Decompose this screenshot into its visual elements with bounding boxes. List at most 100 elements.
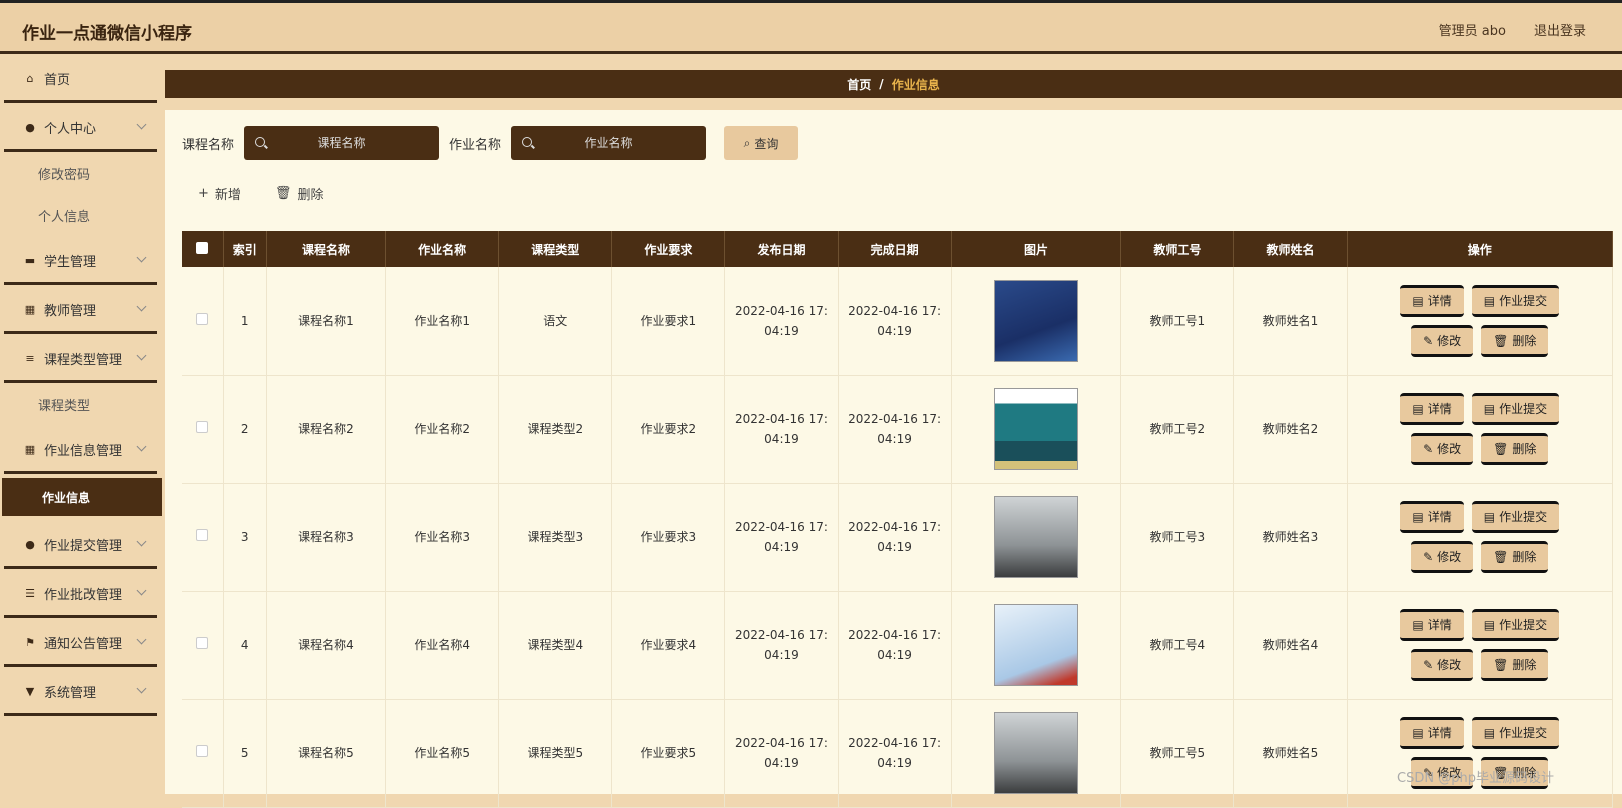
sidebar-item-notices[interactable]: ⚑ 通知公告管理: [0, 618, 165, 667]
sidebar-item-label: 通知公告管理: [44, 637, 123, 652]
sidebar-item-teachers[interactable]: ▦ 教师管理: [0, 285, 165, 334]
select-all-cell[interactable]: [182, 231, 224, 267]
row-select-cell[interactable]: [182, 699, 224, 808]
homework-image[interactable]: [993, 279, 1078, 362]
sidebar-item-home[interactable]: ⌂ 首页: [0, 54, 165, 103]
course-name-search[interactable]: [244, 126, 440, 160]
homework-image[interactable]: [993, 712, 1078, 794]
sidebar-item-submissions[interactable]: ● 作业提交管理: [0, 520, 165, 569]
bulk-delete-button[interactable]: 🗑 删除: [275, 184, 324, 203]
top-bar: 作业一点通微信小程序 管理员 abo 退出登录: [0, 0, 1622, 54]
breadcrumb-separator: /: [879, 77, 884, 91]
homework-image[interactable]: [993, 604, 1078, 686]
trash-icon: 🗑: [1493, 333, 1509, 348]
edit-button[interactable]: ✎ 修改: [1411, 433, 1474, 465]
trash-icon: 🗑: [1493, 442, 1509, 456]
sidebar-item-label: 作业提交管理: [44, 539, 123, 554]
document-icon: ▤: [1412, 510, 1424, 524]
document-icon: ▤: [1412, 726, 1424, 740]
delete-button[interactable]: 🗑 删除: [1481, 324, 1549, 357]
breadcrumb: 首页 / 作业信息: [165, 70, 1622, 98]
submit-homework-button[interactable]: ▤ 作业提交: [1471, 393, 1560, 425]
sidebar-subitem-change-password[interactable]: 修改密码: [0, 152, 165, 194]
delete-button[interactable]: 🗑 删除: [1481, 433, 1549, 465]
table-row: 2 课程名称2 作业名称2 课程类型2 作业要求2 2022-04-16 17:04:19…: [182, 375, 1614, 484]
homework-table: 索引 课程名称 作业名称 课程类型 作业要求 发布日期 完成日期 图片 教师工号…: [182, 231, 1614, 808]
submit-homework-button[interactable]: ▤ 作业提交: [1471, 609, 1560, 641]
homework-image[interactable]: [993, 496, 1078, 578]
course-name-input[interactable]: [244, 136, 440, 150]
detail-button[interactable]: ▤ 详情: [1400, 393, 1464, 425]
sidebar-subitem-course-type[interactable]: 课程类型: [0, 383, 165, 425]
cell-publish-date: 2022-04-16 17:04:19: [724, 483, 839, 592]
row-checkbox[interactable]: [196, 421, 209, 433]
homework-name-search[interactable]: [511, 126, 707, 160]
cell-requirement: 作业要求5: [611, 699, 726, 808]
delete-button[interactable]: 🗑 删除: [1481, 649, 1549, 681]
row-checkbox[interactable]: [196, 529, 209, 541]
user-name[interactable]: 管理员 abo: [1439, 20, 1506, 39]
cell-operations: ▤ 详情 ▤ 作业提交 ✎ 修改 🗑 删除: [1347, 375, 1614, 484]
cell-finish-date: 2022-04-16 17:04:19: [838, 591, 952, 700]
submit-homework-label: 作业提交: [1499, 510, 1548, 524]
table-row: 5 课程名称5 作业名称5 课程类型5 作业要求5 2022-04-16 17:04:19…: [182, 699, 1614, 808]
delete-button-label: 删除: [1512, 658, 1537, 672]
row-select-cell[interactable]: [182, 483, 224, 592]
submit-homework-button[interactable]: ▤ 作业提交: [1471, 284, 1560, 317]
select-all-checkbox[interactable]: [196, 241, 209, 254]
sidebar-subitem-personal-info[interactable]: 个人信息: [0, 194, 165, 236]
edit-button[interactable]: ✎ 修改: [1411, 541, 1474, 573]
detail-button[interactable]: ▤ 详情: [1400, 501, 1464, 533]
cell-teacher-name: 教师姓名3: [1233, 483, 1348, 592]
edit-button[interactable]: ✎ 修改: [1411, 649, 1474, 681]
detail-button[interactable]: ▤ 详情: [1400, 609, 1464, 641]
publish-date-text: 2022-04-16 17:04:19: [735, 628, 828, 662]
cell-homework: 作业名称1: [385, 267, 500, 376]
cell-image: [951, 699, 1122, 808]
edit-button[interactable]: ✎ 修改: [1411, 324, 1474, 357]
homework-image[interactable]: [993, 388, 1078, 470]
cell-course: 课程名称1: [266, 267, 387, 376]
search-icon: ⌕: [743, 135, 751, 150]
chevron-down-icon: [136, 536, 147, 547]
edit-button-label: 修改: [1437, 658, 1462, 672]
row-checkbox[interactable]: [196, 312, 209, 325]
sidebar-item-homework-info[interactable]: ▦ 作业信息管理: [0, 425, 165, 474]
query-button[interactable]: ⌕ 查询: [724, 126, 799, 160]
sidebar-item-personal[interactable]: ● 个人中心: [0, 103, 165, 152]
sidebar-item-grading[interactable]: ☰ 作业批改管理: [0, 569, 165, 618]
chevron-down-icon: [136, 441, 147, 452]
sidebar-item-label: 教师管理: [44, 304, 97, 319]
delete-button-label: 删除: [1512, 442, 1537, 456]
table-body: 1 课程名称1 作业名称1 语文 作业要求1 2022-04-16 17:04:19 202…: [182, 267, 1614, 808]
document-icon: ▤: [1483, 510, 1496, 524]
home-icon: ⌂: [26, 72, 34, 85]
sliders-icon: ☰: [25, 587, 35, 600]
breadcrumb-home[interactable]: 首页: [847, 76, 871, 93]
sidebar-item-students[interactable]: ▬ 学生管理: [0, 236, 165, 285]
document-icon: ▤: [1412, 618, 1424, 632]
submit-homework-button[interactable]: ▤ 作业提交: [1471, 717, 1560, 749]
add-button[interactable]: + 新增: [198, 184, 241, 203]
detail-button[interactable]: ▤ 详情: [1400, 284, 1464, 317]
submit-homework-button[interactable]: ▤ 作业提交: [1471, 501, 1560, 533]
detail-button[interactable]: ▤ 详情: [1400, 717, 1464, 749]
cell-index: 3: [223, 483, 267, 592]
delete-button-label: 删除: [1512, 333, 1537, 348]
sidebar-item-course-types[interactable]: ≡ 课程类型管理: [0, 334, 165, 383]
row-checkbox[interactable]: [196, 637, 209, 649]
cell-teacher-id: 教师工号2: [1120, 375, 1235, 484]
sidebar-item-system[interactable]: ▼ 系统管理: [0, 667, 165, 716]
row-select-cell[interactable]: [182, 375, 224, 484]
cell-course: 课程名称4: [266, 591, 387, 700]
detail-button-label: 详情: [1427, 293, 1452, 308]
row-checkbox[interactable]: [196, 745, 209, 757]
cell-teacher-name: 教师姓名5: [1233, 699, 1348, 808]
chevron-down-icon: [136, 119, 147, 130]
row-select-cell[interactable]: [182, 267, 224, 376]
sidebar-subitem-homework-info[interactable]: 作业信息: [2, 478, 162, 516]
homework-name-input[interactable]: [511, 136, 707, 150]
logout-button[interactable]: 退出登录: [1534, 20, 1586, 39]
row-select-cell[interactable]: [182, 591, 224, 700]
delete-button[interactable]: 🗑 删除: [1481, 541, 1549, 573]
